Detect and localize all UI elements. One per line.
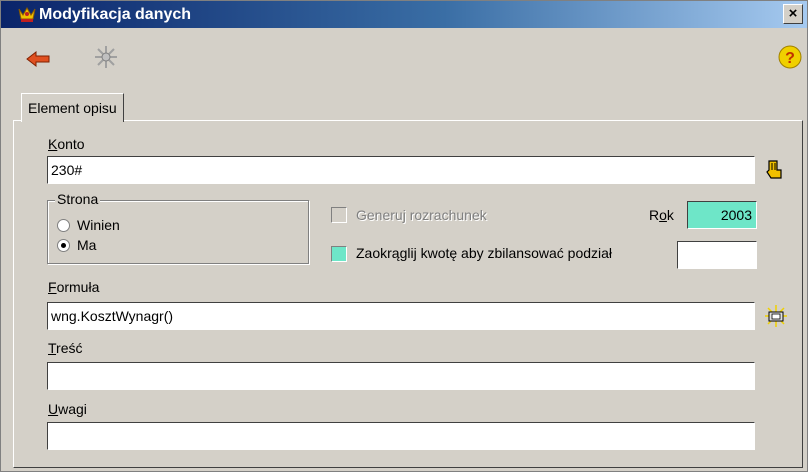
rok-field[interactable]: 2003: [687, 201, 757, 229]
uwagi-label-text: wagi: [58, 401, 87, 417]
rok-label-pre: R: [649, 207, 660, 223]
tab-label: Element opisu: [28, 100, 117, 116]
tab-element-opisu[interactable]: Element opisu: [21, 93, 124, 122]
uwagi-field[interactable]: [47, 422, 755, 450]
formula-editor-icon[interactable]: [765, 304, 787, 328]
zaokraglij-label: Zaokrąglij kwotę aby zbilansować podział: [356, 245, 613, 261]
uwagi-label: Uwagi: [48, 400, 87, 418]
tresc-label-accesskey: T: [48, 340, 57, 356]
back-arrow-icon[interactable]: [23, 45, 53, 73]
close-button[interactable]: ×: [783, 4, 803, 24]
radio-ma[interactable]: [57, 239, 70, 252]
zaokraglij-checkbox[interactable]: [331, 246, 347, 262]
app-logo-icon: [18, 6, 36, 22]
title-bar[interactable]: Modyfikacja danych ×: [1, 1, 807, 28]
radio-winien[interactable]: [57, 219, 70, 232]
tresc-label: Treść: [48, 339, 83, 357]
help-glyph: ?: [785, 50, 795, 67]
konto-label: Konto: [48, 135, 85, 153]
radio-dot: [61, 243, 66, 248]
help-icon[interactable]: ?: [775, 43, 805, 71]
uwagi-label-accesskey: U: [48, 401, 59, 417]
radio-winien-label: Winien: [77, 217, 120, 233]
spark-icon: [95, 46, 117, 68]
formula-label: Formuła: [48, 278, 99, 296]
radio-ma-label: Ma: [77, 237, 97, 253]
formula-field[interactable]: wng.KosztWynagr(): [47, 302, 755, 330]
generuj-rozrachunek-checkbox: [331, 207, 347, 223]
konto-label-accesskey: K: [48, 136, 58, 152]
window-title: Modyfikacja danych: [39, 6, 192, 23]
rok-label-rest: k: [666, 207, 674, 223]
rok-label: Rok: [649, 206, 674, 224]
toolbar: ?: [1, 29, 807, 85]
konto-field[interactable]: 230#: [47, 156, 755, 184]
zaokraglij-field[interactable]: [677, 241, 757, 269]
dialog-window: Modyfikacja danych × ? Element opisu Kon…: [0, 0, 808, 472]
hand-pointer-icon[interactable]: [763, 158, 785, 182]
strona-group-title: Strona: [55, 190, 101, 208]
formula-label-text: ormuła: [56, 279, 100, 295]
tresc-field[interactable]: [47, 362, 755, 390]
rok-label-accesskey: o: [659, 207, 667, 223]
konto-label-text: onto: [57, 136, 85, 152]
generuj-rozrachunek-label: Generuj rozrachunek: [356, 207, 487, 223]
tresc-label-text: reść: [56, 340, 83, 356]
formula-label-accesskey: F: [48, 279, 57, 295]
